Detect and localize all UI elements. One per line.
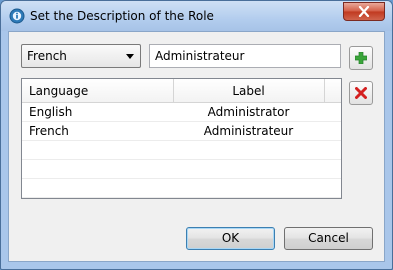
- dialog-window: Set the Description of the Role French A…: [0, 0, 393, 270]
- cell-language: English: [29, 105, 73, 119]
- column-header-language[interactable]: Language: [29, 84, 88, 98]
- descriptions-table[interactable]: Language Label English Administrator Fre…: [21, 78, 342, 199]
- cell-language: French: [29, 124, 69, 138]
- empty-table-row: [22, 141, 341, 160]
- table-row[interactable]: English Administrator: [22, 103, 341, 122]
- table-row[interactable]: French Administrateur: [22, 122, 341, 141]
- add-button[interactable]: [349, 46, 373, 70]
- empty-table-row: [22, 179, 341, 198]
- chevron-down-icon: [126, 54, 134, 59]
- window-title: Set the Description of the Role: [30, 9, 214, 23]
- red-x-icon: [355, 87, 367, 99]
- language-select-value: French: [27, 49, 67, 63]
- dialog-body: French Administrateur Language Label Eng…: [8, 31, 385, 262]
- info-circle-icon: [9, 8, 25, 24]
- close-button[interactable]: [343, 2, 385, 21]
- empty-table-row: [22, 160, 341, 179]
- language-select[interactable]: French: [21, 44, 141, 68]
- label-input[interactable]: Administrateur: [149, 44, 341, 68]
- close-icon: [358, 6, 370, 17]
- table-header: Language Label: [22, 79, 341, 103]
- column-divider[interactable]: [324, 79, 325, 103]
- cell-label: Administrateur: [203, 124, 294, 138]
- cell-label: Administrator: [207, 105, 290, 119]
- delete-button[interactable]: [349, 81, 373, 105]
- cancel-button[interactable]: Cancel: [284, 227, 373, 250]
- column-header-label[interactable]: Label: [173, 84, 324, 98]
- title-bar[interactable]: Set the Description of the Role: [1, 1, 392, 31]
- label-input-value: Administrateur: [155, 49, 245, 63]
- plus-icon: [355, 52, 367, 64]
- ok-button[interactable]: OK: [186, 227, 275, 250]
